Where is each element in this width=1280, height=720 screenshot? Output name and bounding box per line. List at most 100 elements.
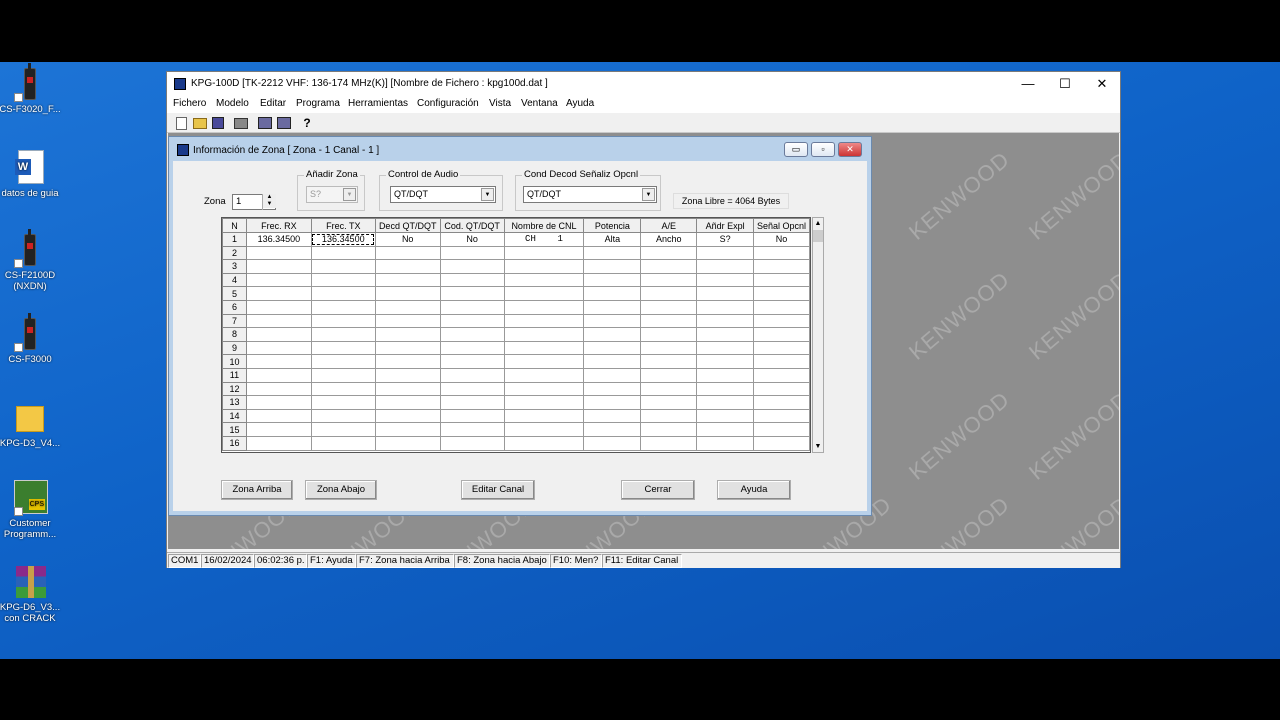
scroll-thumb[interactable] xyxy=(813,230,823,242)
zone-up-button[interactable]: Zona Arriba xyxy=(221,480,293,500)
table-cell[interactable] xyxy=(439,313,505,329)
table-cell[interactable] xyxy=(310,272,376,288)
open-folder-icon[interactable] xyxy=(193,118,207,129)
desktop-icon-datos-de-guia[interactable]: W datos de guia xyxy=(0,150,62,199)
table-cell[interactable] xyxy=(753,435,810,451)
table-cell[interactable] xyxy=(753,259,810,274)
table-cell[interactable] xyxy=(439,259,505,274)
table-row[interactable]: 13 xyxy=(222,395,810,410)
table-cell[interactable] xyxy=(753,272,810,288)
table-cell[interactable] xyxy=(696,435,755,451)
table-cell[interactable]: No xyxy=(439,232,505,247)
table-cell[interactable] xyxy=(245,313,312,329)
table-cell[interactable] xyxy=(696,340,755,356)
table-row[interactable]: 1 136.34500 136.34500 No No CH 1 Alta Ancho S? No xyxy=(222,232,810,247)
help-icon[interactable]: ? xyxy=(299,115,315,131)
table-cell[interactable] xyxy=(583,245,642,261)
column-header[interactable]: Frec. TX xyxy=(310,218,376,233)
table-cell[interactable] xyxy=(439,354,505,369)
table-cell[interactable]: 136.34500 xyxy=(245,232,312,247)
table-cell[interactable] xyxy=(503,313,585,329)
column-header[interactable]: Señal Opcnl xyxy=(753,218,810,233)
table-cell[interactable] xyxy=(640,395,698,410)
menu-configuracion[interactable]: Configuración xyxy=(417,98,479,109)
table-cell[interactable] xyxy=(696,367,755,383)
table-cell[interactable] xyxy=(583,408,642,424)
table-row[interactable]: 6 xyxy=(222,299,810,315)
table-cell[interactable] xyxy=(753,286,810,301)
grid-scrollbar[interactable]: ▲ ▼ xyxy=(812,217,824,453)
menu-modelo[interactable]: Modelo xyxy=(216,98,249,109)
table-cell[interactable] xyxy=(245,272,312,288)
table-cell[interactable] xyxy=(374,340,441,356)
table-cell[interactable] xyxy=(503,340,585,356)
window-titlebar[interactable]: KPG-100D [TK-2212 VHF: 136-174 MHz(K)] [… xyxy=(167,72,1120,96)
chevron-down-icon[interactable]: ▼ xyxy=(481,188,494,201)
table-cell[interactable] xyxy=(583,299,642,315)
menu-editar[interactable]: Editar xyxy=(260,98,286,109)
table-cell[interactable] xyxy=(310,354,376,369)
table-row[interactable]: 4 xyxy=(222,272,810,288)
table-cell[interactable] xyxy=(439,435,505,451)
table-cell[interactable] xyxy=(696,286,755,301)
column-header[interactable]: Decd QT/DQT xyxy=(374,218,441,233)
table-cell[interactable] xyxy=(310,395,376,410)
table-cell[interactable] xyxy=(310,435,376,451)
table-cell[interactable] xyxy=(503,245,585,261)
table-cell[interactable] xyxy=(753,299,810,315)
table-cell[interactable] xyxy=(640,327,698,342)
column-header[interactable]: Añdr Expl xyxy=(696,218,755,233)
table-cell[interactable] xyxy=(503,395,585,410)
table-cell[interactable] xyxy=(245,259,312,274)
table-row[interactable]: 12 xyxy=(222,381,810,397)
table-cell[interactable] xyxy=(245,327,312,342)
table-cell[interactable]: No xyxy=(374,232,441,247)
menu-herramientas[interactable]: Herramientas xyxy=(348,98,408,109)
table-cell[interactable] xyxy=(245,435,312,451)
dialog-minimize-button[interactable]: ▭ xyxy=(784,142,808,157)
close-dialog-button[interactable]: Cerrar xyxy=(621,480,695,500)
scroll-down-icon[interactable]: ▼ xyxy=(813,441,823,452)
new-file-icon[interactable] xyxy=(176,117,187,130)
menu-fichero[interactable]: Fichero xyxy=(173,98,206,109)
desktop-icon-kpg-d6[interactable]: KPG-D6_V3... con CRACK xyxy=(0,564,62,624)
table-cell[interactable] xyxy=(439,340,505,356)
table-cell[interactable] xyxy=(310,422,376,437)
edit-channel-button[interactable]: Editar Canal xyxy=(461,480,535,500)
table-cell[interactable]: Alta xyxy=(583,232,642,247)
column-header[interactable]: N xyxy=(222,218,247,233)
table-cell[interactable] xyxy=(374,395,441,410)
table-cell[interactable] xyxy=(583,422,642,437)
table-cell[interactable] xyxy=(439,286,505,301)
table-cell[interactable] xyxy=(640,286,698,301)
table-cell[interactable] xyxy=(439,381,505,397)
table-cell[interactable] xyxy=(640,354,698,369)
table-cell[interactable] xyxy=(696,408,755,424)
table-cell[interactable] xyxy=(753,313,810,329)
table-cell[interactable] xyxy=(640,245,698,261)
table-cell[interactable] xyxy=(640,340,698,356)
table-cell[interactable] xyxy=(640,408,698,424)
table-cell[interactable] xyxy=(439,245,505,261)
desktop-icon-kpg-d3[interactable]: KPG-D3_V4... xyxy=(0,400,62,449)
spin-down-icon[interactable]: ▼ xyxy=(263,201,276,208)
table-row[interactable]: 15 xyxy=(222,422,810,437)
table-cell[interactable] xyxy=(310,340,376,356)
table-cell[interactable] xyxy=(374,286,441,301)
table-cell[interactable] xyxy=(583,327,642,342)
menu-programa[interactable]: Programa xyxy=(296,98,340,109)
table-cell[interactable] xyxy=(583,354,642,369)
table-cell[interactable]: Ancho xyxy=(640,232,698,247)
table-cell[interactable] xyxy=(696,245,755,261)
table-row[interactable]: 5 xyxy=(222,286,810,301)
table-cell[interactable] xyxy=(640,435,698,451)
table-cell[interactable] xyxy=(310,408,376,424)
table-cell[interactable] xyxy=(374,367,441,383)
write-radio-icon[interactable] xyxy=(277,117,291,129)
table-cell[interactable] xyxy=(583,286,642,301)
column-header[interactable]: Frec. RX xyxy=(245,218,312,233)
table-cell[interactable] xyxy=(245,299,312,315)
dialog-close-button[interactable]: ✕ xyxy=(838,142,862,157)
table-row[interactable]: 14 xyxy=(222,408,810,424)
table-cell[interactable] xyxy=(640,313,698,329)
